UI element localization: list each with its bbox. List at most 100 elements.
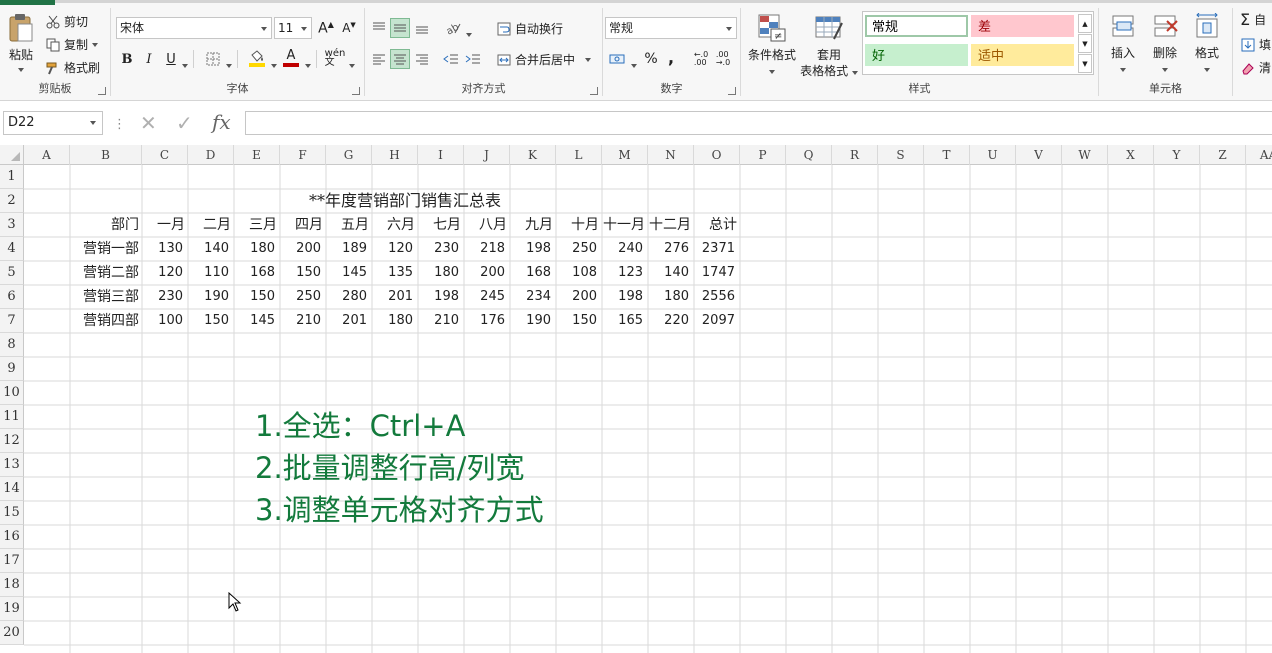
font-size-select[interactable]: 11: [274, 17, 312, 39]
align-left-button[interactable]: [369, 49, 389, 69]
column-header-o[interactable]: O: [694, 145, 740, 165]
sales-value-cell[interactable]: 108: [556, 261, 602, 285]
column-header-u[interactable]: U: [970, 145, 1016, 165]
alignment-launcher-icon[interactable]: [590, 87, 598, 95]
copy-button[interactable]: 复制: [46, 36, 99, 53]
align-middle-button[interactable]: [390, 18, 410, 38]
font-color-button[interactable]: A: [281, 48, 301, 68]
delete-cells-button[interactable]: 删除: [1147, 13, 1183, 75]
sales-value-cell[interactable]: 190: [510, 309, 556, 333]
sales-value-cell[interactable]: 210: [418, 309, 464, 333]
sales-value-cell[interactable]: 150: [188, 309, 234, 333]
copy-dropdown-icon[interactable]: [92, 42, 99, 47]
font-color-dropdown[interactable]: [305, 57, 311, 71]
merge-dropdown-icon[interactable]: [585, 57, 592, 62]
sales-value-cell[interactable]: 218: [464, 237, 510, 261]
shrink-font-button[interactable]: A▼: [339, 18, 359, 38]
paste-dropdown-icon[interactable]: [18, 68, 24, 72]
sales-value-cell[interactable]: 201: [372, 285, 418, 309]
font-name-select[interactable]: 宋体: [116, 17, 272, 39]
column-header-b[interactable]: B: [70, 145, 142, 165]
grow-font-button[interactable]: A▲: [316, 18, 336, 38]
column-header-h[interactable]: H: [372, 145, 418, 165]
column-header-c[interactable]: C: [142, 145, 188, 165]
table-header-cell[interactable]: 总计: [694, 213, 740, 237]
sales-value-cell[interactable]: 210: [280, 309, 326, 333]
table-header-cell[interactable]: 部门: [70, 213, 142, 237]
autosum-button[interactable]: Σ自: [1240, 10, 1266, 29]
accounting-dropdown[interactable]: [631, 57, 637, 71]
department-cell[interactable]: 营销一部: [70, 237, 142, 261]
row-header-6[interactable]: 6: [0, 285, 24, 309]
sales-value-cell[interactable]: 240: [602, 237, 648, 261]
row-header-19[interactable]: 19: [0, 597, 24, 621]
column-header-z[interactable]: Z: [1200, 145, 1246, 165]
gallery-scroll-up[interactable]: ▲: [1078, 14, 1092, 33]
sales-value-cell[interactable]: 220: [648, 309, 694, 333]
conditional-format-button[interactable]: ≠ 条件格式: [745, 13, 799, 77]
decrease-decimal-button[interactable]: .00 →.0: [713, 49, 733, 69]
sales-value-cell[interactable]: 198: [510, 237, 556, 261]
sales-value-cell[interactable]: 135: [372, 261, 418, 285]
column-header-x[interactable]: X: [1108, 145, 1154, 165]
sales-value-cell[interactable]: 180: [234, 237, 280, 261]
increase-indent-button[interactable]: [463, 49, 483, 69]
cell-style-neutral[interactable]: 适中: [971, 44, 1074, 66]
sales-value-cell[interactable]: 145: [326, 261, 372, 285]
orientation-button[interactable]: ab: [443, 18, 463, 38]
cell-style-bad[interactable]: 差: [971, 15, 1074, 37]
cell-style-good[interactable]: 好: [865, 44, 968, 66]
sales-value-cell[interactable]: 190: [188, 285, 234, 309]
column-header-f[interactable]: F: [280, 145, 326, 165]
clipboard-launcher-icon[interactable]: [98, 87, 106, 95]
fill-color-dropdown[interactable]: [271, 57, 277, 71]
format-painter-button[interactable]: 格式刷: [46, 59, 100, 76]
sales-value-cell[interactable]: 110: [188, 261, 234, 285]
font-launcher-icon[interactable]: [352, 87, 360, 95]
fill-button[interactable]: 填: [1241, 36, 1271, 53]
sales-value-cell[interactable]: 250: [556, 237, 602, 261]
italic-button[interactable]: I: [139, 49, 159, 69]
row-header-5[interactable]: 5: [0, 261, 24, 285]
underline-button[interactable]: U: [161, 49, 181, 69]
merge-center-button[interactable]: 合并后居中: [497, 51, 592, 68]
formula-input[interactable]: [245, 111, 1272, 135]
column-header-p[interactable]: P: [740, 145, 786, 165]
row-header-20[interactable]: 20: [0, 621, 24, 645]
column-header-w[interactable]: W: [1062, 145, 1108, 165]
row-header-4[interactable]: 4: [0, 237, 24, 261]
worksheet-grid[interactable]: ABCDEFGHIJKLMNOPQRSTUVWXYZAA 12345678910…: [0, 145, 1272, 653]
sales-value-cell[interactable]: 200: [464, 261, 510, 285]
table-header-cell[interactable]: 二月: [188, 213, 234, 237]
department-cell[interactable]: 营销三部: [70, 285, 142, 309]
sales-value-cell[interactable]: 276: [648, 237, 694, 261]
row-header-17[interactable]: 17: [0, 549, 24, 573]
sales-value-cell[interactable]: 180: [418, 261, 464, 285]
column-header-j[interactable]: J: [464, 145, 510, 165]
number-format-select[interactable]: 常规: [605, 17, 737, 39]
comma-button[interactable]: ,: [661, 47, 681, 67]
table-header-cell[interactable]: 九月: [510, 213, 556, 237]
sales-value-cell[interactable]: 165: [602, 309, 648, 333]
sales-value-cell[interactable]: 201: [326, 309, 372, 333]
fill-color-button[interactable]: [247, 48, 267, 68]
checkmark-icon[interactable]: ✓: [176, 111, 193, 135]
row-header-9[interactable]: 9: [0, 357, 24, 381]
row-header-18[interactable]: 18: [0, 573, 24, 597]
column-header-e[interactable]: E: [234, 145, 280, 165]
column-header-a[interactable]: A: [24, 145, 70, 165]
sales-value-cell[interactable]: 168: [510, 261, 556, 285]
number-launcher-icon[interactable]: [728, 87, 736, 95]
align-bottom-button[interactable]: [412, 18, 432, 38]
table-title[interactable]: **年度营销部门销售汇总表: [70, 189, 740, 213]
row-header-16[interactable]: 16: [0, 525, 24, 549]
sales-value-cell[interactable]: 180: [648, 285, 694, 309]
sales-value-cell[interactable]: 245: [464, 285, 510, 309]
sales-value-cell[interactable]: 100: [142, 309, 188, 333]
sales-value-cell[interactable]: 140: [188, 237, 234, 261]
column-header-r[interactable]: R: [832, 145, 878, 165]
column-header-i[interactable]: I: [418, 145, 464, 165]
cancel-icon[interactable]: ✕: [140, 111, 157, 135]
phonetic-dropdown[interactable]: [349, 57, 355, 71]
sales-value-cell[interactable]: 189: [326, 237, 372, 261]
